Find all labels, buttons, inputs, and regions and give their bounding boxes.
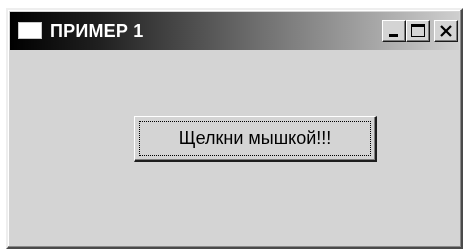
- click-me-button[interactable]: Щелкни мышкой!!!: [134, 116, 377, 162]
- maximize-button[interactable]: [406, 20, 430, 42]
- click-me-button-label: Щелкни мышкой!!!: [178, 128, 332, 148]
- window-title: ПРИМЕР 1: [50, 21, 144, 41]
- close-button[interactable]: [434, 20, 458, 42]
- window-app-icon[interactable]: [18, 22, 42, 39]
- minimize-button[interactable]: [382, 20, 406, 42]
- minimize-icon: [389, 34, 398, 37]
- close-icon: [440, 25, 452, 37]
- title-bar[interactable]: ПРИМЕР 1: [10, 12, 459, 50]
- app-window: ПРИМЕР 1 Щелкни мышкой!!!: [6, 8, 463, 249]
- maximize-icon: [411, 24, 425, 37]
